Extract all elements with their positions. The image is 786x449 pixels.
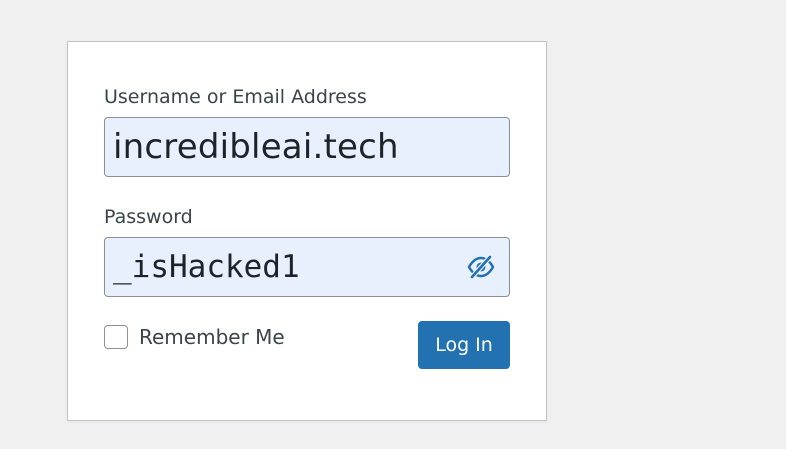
login-form: Username or Email Address incredibleai.t… (67, 41, 547, 421)
username-label: Username or Email Address (104, 86, 367, 108)
password-value: _isHacked1 (113, 249, 300, 285)
username-value: incredibleai.tech (113, 127, 399, 167)
eye-slash-icon[interactable] (465, 252, 497, 282)
password-label: Password (104, 206, 193, 228)
remember-me-checkbox[interactable] (104, 325, 128, 349)
password-field[interactable]: _isHacked1 (104, 237, 510, 297)
remember-me-label[interactable]: Remember Me (139, 325, 285, 349)
remember-me-row: Remember Me (104, 325, 285, 349)
log-in-button[interactable]: Log In (418, 321, 510, 369)
username-field[interactable]: incredibleai.tech (104, 117, 510, 177)
